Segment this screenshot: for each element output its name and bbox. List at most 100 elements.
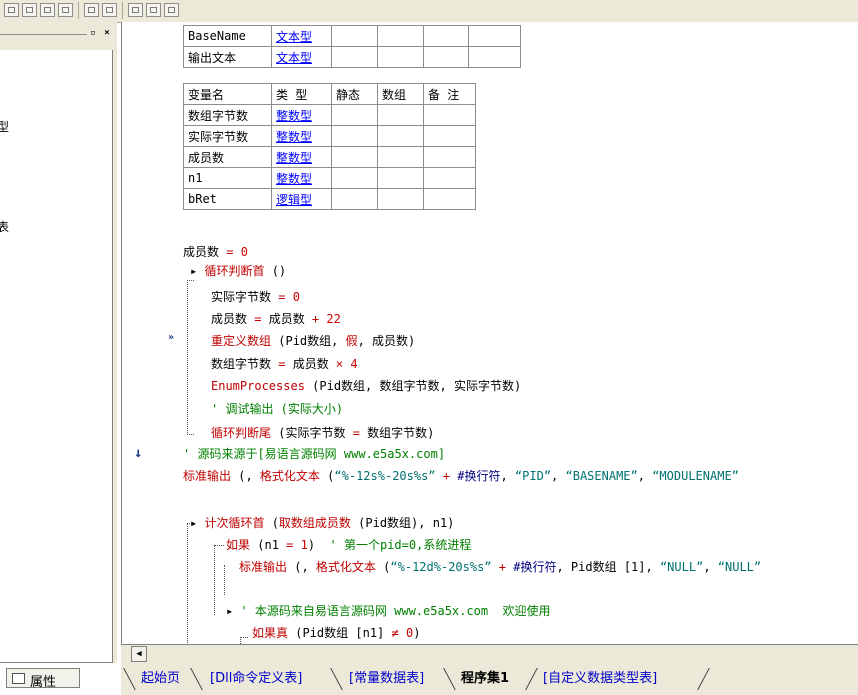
var-name-cell[interactable]: bRet [183,188,272,210]
empty-cell[interactable] [423,25,469,47]
code-token: #换行符 [513,560,557,574]
code-line[interactable]: ▸ ' 本源码来自易语言源码网 www.e5a5x.com 欢迎使用 [226,602,551,621]
project-tree[interactable]: 型 表 [0,50,113,663]
code-token: 实际字节数 [211,290,279,304]
code-line[interactable]: ' 源码来源于[易语言源码网 www.e5a5x.com] [183,445,445,464]
code-token: , [637,469,653,483]
code-token: 格式化文本 [259,469,320,483]
empty-cell[interactable] [377,46,424,68]
space-vertical-icon[interactable] [102,3,117,17]
properties-tab[interactable]: 属性 [6,668,80,690]
code-line[interactable]: 重定义数组 (Pid数组, 假, 成员数) [211,332,415,351]
empty-cell[interactable] [377,104,424,126]
code-line[interactable]: 标准输出 (, 格式化文本 (“%-12d%-20s%s” + #换行符, Pi… [239,558,761,577]
empty-cell[interactable] [423,104,476,126]
code-line[interactable]: 成员数 = 0 [183,243,248,262]
var-type-cell[interactable]: 整数型 [271,104,332,126]
code-line[interactable]: 如果 (n1 = 1) ' 第一个pid=0,系统进程 [226,536,471,555]
var-type-cell[interactable]: 逻辑型 [271,188,332,210]
empty-cell[interactable] [331,188,378,210]
same-width-icon[interactable] [128,3,143,17]
empty-cell[interactable] [377,167,424,189]
align-grid-icon[interactable] [4,3,19,17]
empty-cell[interactable] [423,46,469,68]
code-token: (, [287,560,316,574]
tab-program-set-1[interactable]: 程序集1 [461,668,509,690]
tab-start-page[interactable]: 起始页 [141,668,180,690]
horizontal-scrollbar[interactable]: ◀ [121,644,858,665]
code-line[interactable]: ▸ 循环判断首 () [190,262,286,281]
scroll-left-button[interactable]: ◀ [131,646,147,662]
code-line[interactable]: 数组字节数 = 成员数 × 4 [211,355,358,374]
header-array: 数组 [377,83,424,105]
var-type-cell[interactable]: 整数型 [271,146,332,168]
code-string: “%-12d%-20s%s” [390,560,492,574]
empty-cell[interactable] [377,146,424,168]
document-tabs: 起始页 [Dll命令定义表] [常量数据表] 程序集1 [自定义数据类型表] [121,664,858,695]
code-line[interactable]: 如果真 (Pid数组 [n1] ≠ 0) [252,624,420,643]
panel-restore-button[interactable]: ▫ [87,28,99,39]
code-line[interactable]: 标准输出 (, 格式化文本 (“%-12s%-20s%s” + #换行符, “P… [183,467,739,486]
align-top-icon[interactable] [40,3,55,17]
empty-cell[interactable] [423,167,476,189]
var-name-cell[interactable]: 输出文本 [183,46,272,68]
empty-cell[interactable] [331,125,378,147]
code-token: 如果真 [252,626,289,640]
tab-constants[interactable]: [常量数据表] [349,668,424,690]
var-type-cell[interactable]: 整数型 [271,125,332,147]
code-token: (实际字节数 [271,426,353,440]
code-editor[interactable]: » ↓ BaseName 文本型 输出文本 文本型 变量名 类 型 静态 数组 … [121,22,858,644]
code-line[interactable]: 循环判断尾 (实际字节数 = 数组字节数) [211,424,434,443]
empty-cell[interactable] [377,188,424,210]
code-token: , [703,560,718,574]
var-name-cell[interactable]: BaseName [183,25,272,47]
tree-item-label[interactable]: 型 [0,118,9,135]
tab-custom-types[interactable]: [自定义数据类型表] [543,668,657,690]
same-size-icon[interactable] [164,3,179,17]
code-line[interactable]: 实际字节数 = 0 [211,288,300,307]
empty-cell[interactable] [331,104,378,126]
code-token: () [264,264,287,278]
table-row: 成员数 整数型 [183,146,476,168]
same-height-icon[interactable] [146,3,161,17]
code-token: (, [231,469,260,483]
space-horizontal-icon[interactable] [84,3,99,17]
code-line[interactable]: 成员数 = 成员数 + 22 [211,310,341,329]
if-flow-line [224,565,225,595]
code-token: (Pid数组), n1) [350,516,455,530]
code-token: = [286,538,301,552]
code-comment: ' 第一个pid=0,系统进程 [329,538,472,552]
code-line[interactable]: ' 调试输出 (实际大小) [211,400,343,419]
empty-cell[interactable] [331,146,378,168]
empty-cell[interactable] [468,46,521,68]
code-string: “NULL” [717,560,762,574]
empty-cell[interactable] [331,46,378,68]
tab-divider [190,668,203,690]
tab-dll-commands[interactable]: [Dll命令定义表] [210,668,302,690]
tree-item-label[interactable]: 表 [0,218,9,235]
var-type-cell[interactable]: 文本型 [271,46,332,68]
empty-cell[interactable] [331,25,378,47]
empty-cell[interactable] [377,25,424,47]
align-bottom-icon[interactable] [58,3,73,17]
var-type-cell[interactable]: 整数型 [271,167,332,189]
var-type-cell[interactable]: 文本型 [271,25,332,47]
panel-close-button[interactable]: × [101,28,113,39]
empty-cell[interactable] [377,125,424,147]
code-token: 格式化文本 [315,560,376,574]
var-name-cell[interactable]: 数组字节数 [183,104,272,126]
empty-cell[interactable] [423,125,476,147]
tab-divider [123,668,136,690]
align-center-icon[interactable] [22,3,37,17]
code-line[interactable]: ▸ 计次循环首 (取数组成员数 (Pid数组), n1) [190,514,454,533]
code-token: 0 [240,245,248,259]
table-row: n1 整数型 [183,167,476,189]
empty-cell[interactable] [331,167,378,189]
var-name-cell[interactable]: 成员数 [183,146,272,168]
code-line[interactable]: EnumProcesses (Pid数组, 数组字节数, 实际字节数) [211,377,521,396]
empty-cell[interactable] [468,25,521,47]
var-name-cell[interactable]: 实际字节数 [183,125,272,147]
var-name-cell[interactable]: n1 [183,167,272,189]
empty-cell[interactable] [423,146,476,168]
empty-cell[interactable] [423,188,476,210]
